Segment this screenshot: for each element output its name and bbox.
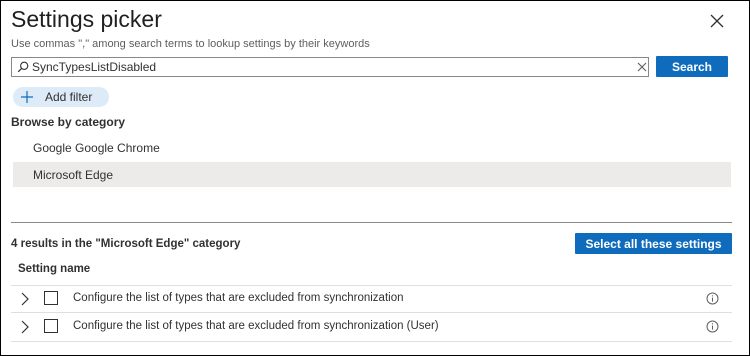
search-box[interactable] bbox=[11, 57, 649, 77]
row-divider bbox=[11, 341, 732, 342]
add-filter-label: Add filter bbox=[45, 90, 93, 104]
dialog-subtitle: Use commas "," among search terms to loo… bbox=[11, 38, 370, 50]
close-icon[interactable] bbox=[707, 11, 727, 31]
section-divider bbox=[11, 222, 732, 223]
row-divider bbox=[11, 312, 732, 313]
row-checkbox[interactable] bbox=[44, 291, 58, 305]
clear-icon[interactable] bbox=[636, 61, 648, 73]
dialog-title: Settings picker bbox=[11, 6, 162, 32]
row-checkbox[interactable] bbox=[44, 319, 58, 333]
settings-picker-dialog: Settings picker Use commas "," among sea… bbox=[0, 0, 750, 356]
info-icon[interactable] bbox=[706, 292, 719, 305]
search-icon bbox=[17, 61, 29, 73]
plus-icon bbox=[21, 91, 33, 103]
info-icon[interactable] bbox=[706, 320, 719, 333]
category-google-chrome[interactable]: Google Google Chrome bbox=[13, 135, 731, 160]
chevron-right-icon[interactable] bbox=[20, 292, 30, 306]
table-row: Configure the list of types that are exc… bbox=[11, 286, 732, 312]
setting-name: Configure the list of types that are exc… bbox=[73, 320, 439, 332]
category-microsoft-edge[interactable]: Microsoft Edge bbox=[13, 162, 731, 187]
select-all-button[interactable]: Select all these settings bbox=[575, 233, 732, 254]
results-summary: 4 results in the "Microsoft Edge" catego… bbox=[11, 238, 241, 250]
search-input[interactable] bbox=[32, 59, 622, 75]
search-button[interactable]: Search bbox=[656, 56, 728, 77]
chevron-right-icon[interactable] bbox=[20, 320, 30, 334]
setting-name: Configure the list of types that are exc… bbox=[73, 292, 404, 304]
add-filter-button[interactable]: Add filter bbox=[13, 87, 109, 107]
column-header-setting-name: Setting name bbox=[18, 263, 91, 275]
browse-heading: Browse by category bbox=[11, 115, 126, 129]
table-row: Configure the list of types that are exc… bbox=[11, 314, 732, 340]
